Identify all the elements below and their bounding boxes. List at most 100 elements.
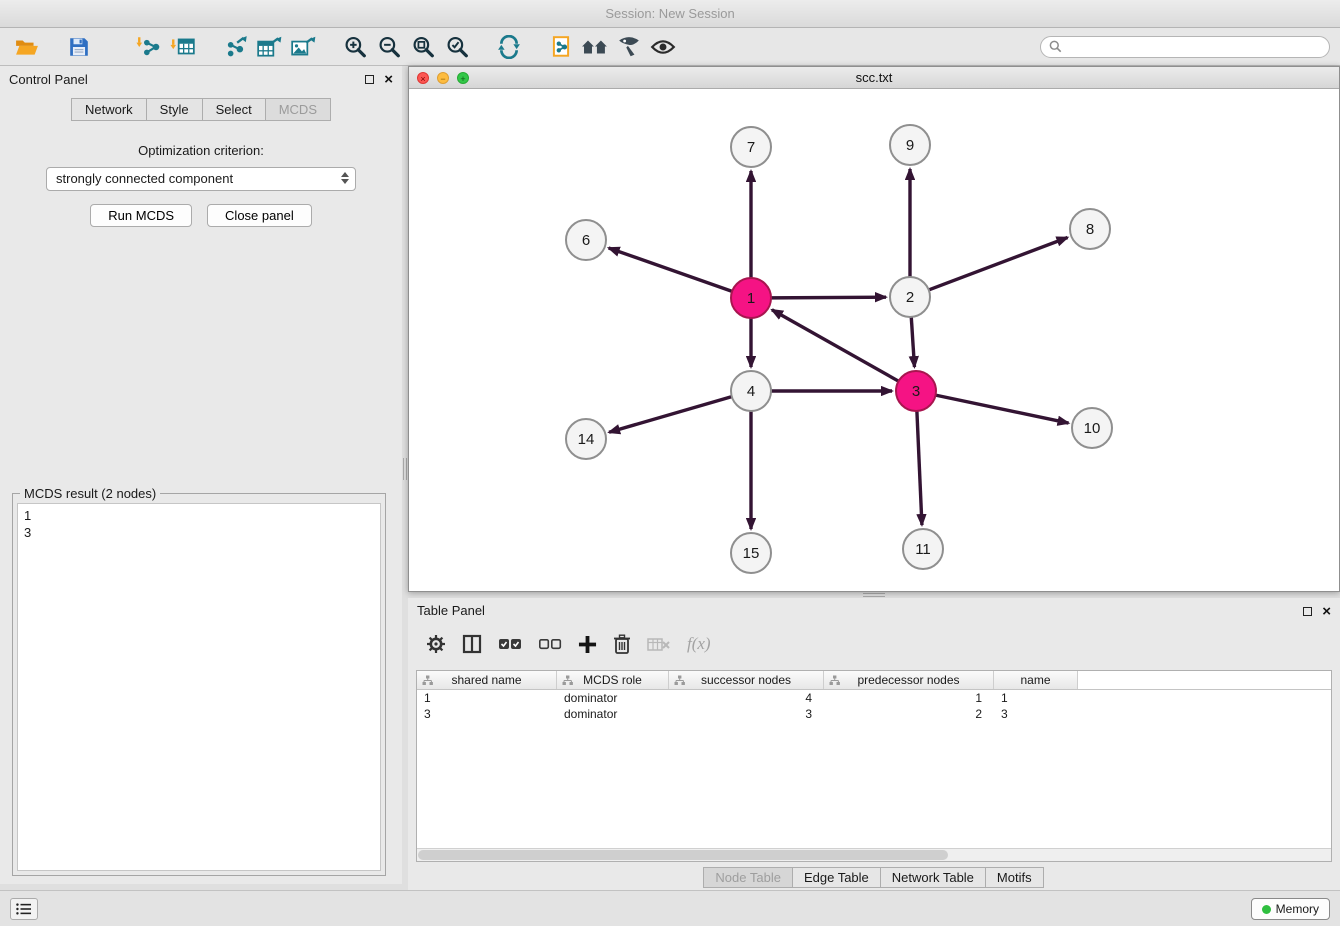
table-settings-button[interactable]	[426, 634, 446, 654]
import-network-button[interactable]	[132, 31, 166, 63]
column-header-predecessor-nodes[interactable]: predecessor nodes	[824, 671, 994, 689]
show-graphics-button[interactable]	[646, 31, 680, 63]
main-toolbar	[0, 28, 1340, 66]
graph-edge-1-2[interactable]	[771, 297, 886, 298]
export-image-button[interactable]	[286, 31, 320, 63]
zoom-selected-button[interactable]	[440, 31, 474, 63]
zoom-in-button[interactable]	[338, 31, 372, 63]
tab-mcds[interactable]: MCDS	[265, 98, 331, 121]
graph-edge-1-6[interactable]	[609, 248, 732, 291]
export-network-icon	[222, 36, 248, 58]
zoom-out-button[interactable]	[372, 31, 406, 63]
close-panel-icon[interactable]: ×	[384, 72, 393, 87]
trash-icon	[613, 634, 631, 654]
create-column-button[interactable]	[578, 635, 597, 654]
column-header-mcds-role[interactable]: MCDS role	[557, 671, 669, 689]
graph-node-label: 10	[1084, 420, 1101, 437]
column-header-filler	[1078, 671, 1331, 689]
refresh-view-button[interactable]	[492, 31, 526, 63]
float-table-panel-icon[interactable]	[1303, 607, 1312, 616]
graph-edge-3-10[interactable]	[936, 395, 1069, 423]
run-mcds-button[interactable]: Run MCDS	[90, 204, 192, 227]
show-panel-button[interactable]	[10, 898, 38, 920]
table-row[interactable]: 3 dominator 3 2 3	[417, 706, 1331, 722]
tab-edge-table[interactable]: Edge Table	[792, 867, 881, 888]
graph-edge-3-11[interactable]	[917, 411, 922, 525]
table-row[interactable]: 1 dominator 4 1 1	[417, 690, 1331, 706]
zoom-in-icon	[343, 35, 367, 59]
column-header-name[interactable]: name	[994, 671, 1078, 689]
zoom-window-icon[interactable]: +	[457, 72, 469, 84]
toolbar-search-box[interactable]	[1040, 36, 1330, 58]
delete-columns-button[interactable]	[613, 634, 631, 654]
cell-predecessor-nodes[interactable]: 1	[824, 690, 994, 706]
graph-edge-4-14[interactable]	[609, 397, 732, 433]
function-builder-button[interactable]: f(x)	[687, 634, 711, 654]
graph-node-label: 14	[578, 431, 595, 448]
graph-node-label: 1	[747, 290, 755, 307]
export-network-button[interactable]	[218, 31, 252, 63]
mcds-result-list[interactable]: 1 3	[17, 503, 381, 871]
scrollbar-thumb[interactable]	[418, 850, 948, 860]
unchecked-boxes-icon	[538, 638, 562, 651]
optimization-criterion-select[interactable]: strongly connected component	[46, 167, 356, 191]
cell-shared-name[interactable]: 3	[417, 706, 557, 722]
tab-node-table[interactable]: Node Table	[703, 867, 793, 888]
graph-edge-3-1[interactable]	[772, 310, 899, 381]
column-header-shared-name[interactable]: shared name	[417, 671, 557, 689]
refresh-icon	[497, 35, 521, 59]
network-canvas[interactable]: 7968124314101511	[409, 89, 1339, 591]
import-table-button[interactable]	[166, 31, 200, 63]
cell-successor-nodes[interactable]: 3	[669, 706, 824, 722]
float-panel-icon[interactable]	[365, 75, 374, 84]
network-graph[interactable]: 7968124314101511	[409, 89, 1339, 592]
cell-shared-name[interactable]: 1	[417, 690, 557, 706]
window-controls: × − +	[417, 72, 469, 84]
home-icon	[581, 36, 609, 58]
tab-select[interactable]: Select	[202, 98, 266, 121]
select-stepper-icon	[341, 172, 349, 184]
control-panel-title: Control Panel	[9, 72, 88, 87]
open-file-button[interactable]	[10, 31, 44, 63]
cell-mcds-role[interactable]: dominator	[557, 690, 669, 706]
split-columns-button[interactable]	[462, 634, 482, 654]
tab-motifs[interactable]: Motifs	[985, 867, 1044, 888]
table-panel: Table Panel ×	[408, 598, 1340, 890]
delete-table-button[interactable]	[647, 636, 671, 652]
tab-network[interactable]: Network	[71, 98, 147, 121]
memory-button[interactable]: Memory	[1251, 898, 1330, 920]
graph-edge-2-8[interactable]	[929, 237, 1068, 289]
graph-edge-2-3[interactable]	[911, 317, 914, 367]
cell-name[interactable]: 1	[994, 690, 1078, 706]
apply-style-button[interactable]	[612, 31, 646, 63]
home-view-button[interactable]	[578, 31, 612, 63]
close-panel-button[interactable]: Close panel	[207, 204, 312, 227]
tab-style[interactable]: Style	[146, 98, 203, 121]
clone-network-button[interactable]	[544, 31, 578, 63]
close-window-icon[interactable]: ×	[417, 72, 429, 84]
table-horizontal-scrollbar[interactable]	[417, 848, 1331, 861]
search-input[interactable]	[1067, 40, 1321, 54]
cell-mcds-role[interactable]: dominator	[557, 706, 669, 722]
tab-network-table[interactable]: Network Table	[880, 867, 986, 888]
cell-predecessor-nodes[interactable]: 2	[824, 706, 994, 722]
zoom-fit-icon	[411, 35, 435, 59]
unselect-all-columns-button[interactable]	[538, 638, 562, 651]
gear-icon	[426, 634, 446, 654]
column-label: predecessor nodes	[857, 673, 959, 687]
zoom-fit-button[interactable]	[406, 31, 440, 63]
cell-name[interactable]: 3	[994, 706, 1078, 722]
select-all-columns-button[interactable]	[498, 638, 522, 651]
save-session-button[interactable]	[62, 31, 96, 63]
cell-successor-nodes[interactable]: 4	[669, 690, 824, 706]
splitter-grip[interactable]	[403, 458, 407, 480]
memory-label: Memory	[1276, 902, 1319, 916]
column-header-successor-nodes[interactable]: successor nodes	[669, 671, 824, 689]
network-window-title: scc.txt	[856, 70, 893, 85]
close-table-panel-icon[interactable]: ×	[1322, 604, 1331, 619]
export-table-button[interactable]	[252, 31, 286, 63]
network-window-titlebar[interactable]: × − + scc.txt	[409, 67, 1339, 89]
search-icon	[1049, 40, 1062, 53]
minimize-window-icon[interactable]: −	[437, 72, 449, 84]
splitter-grip[interactable]	[863, 593, 885, 597]
